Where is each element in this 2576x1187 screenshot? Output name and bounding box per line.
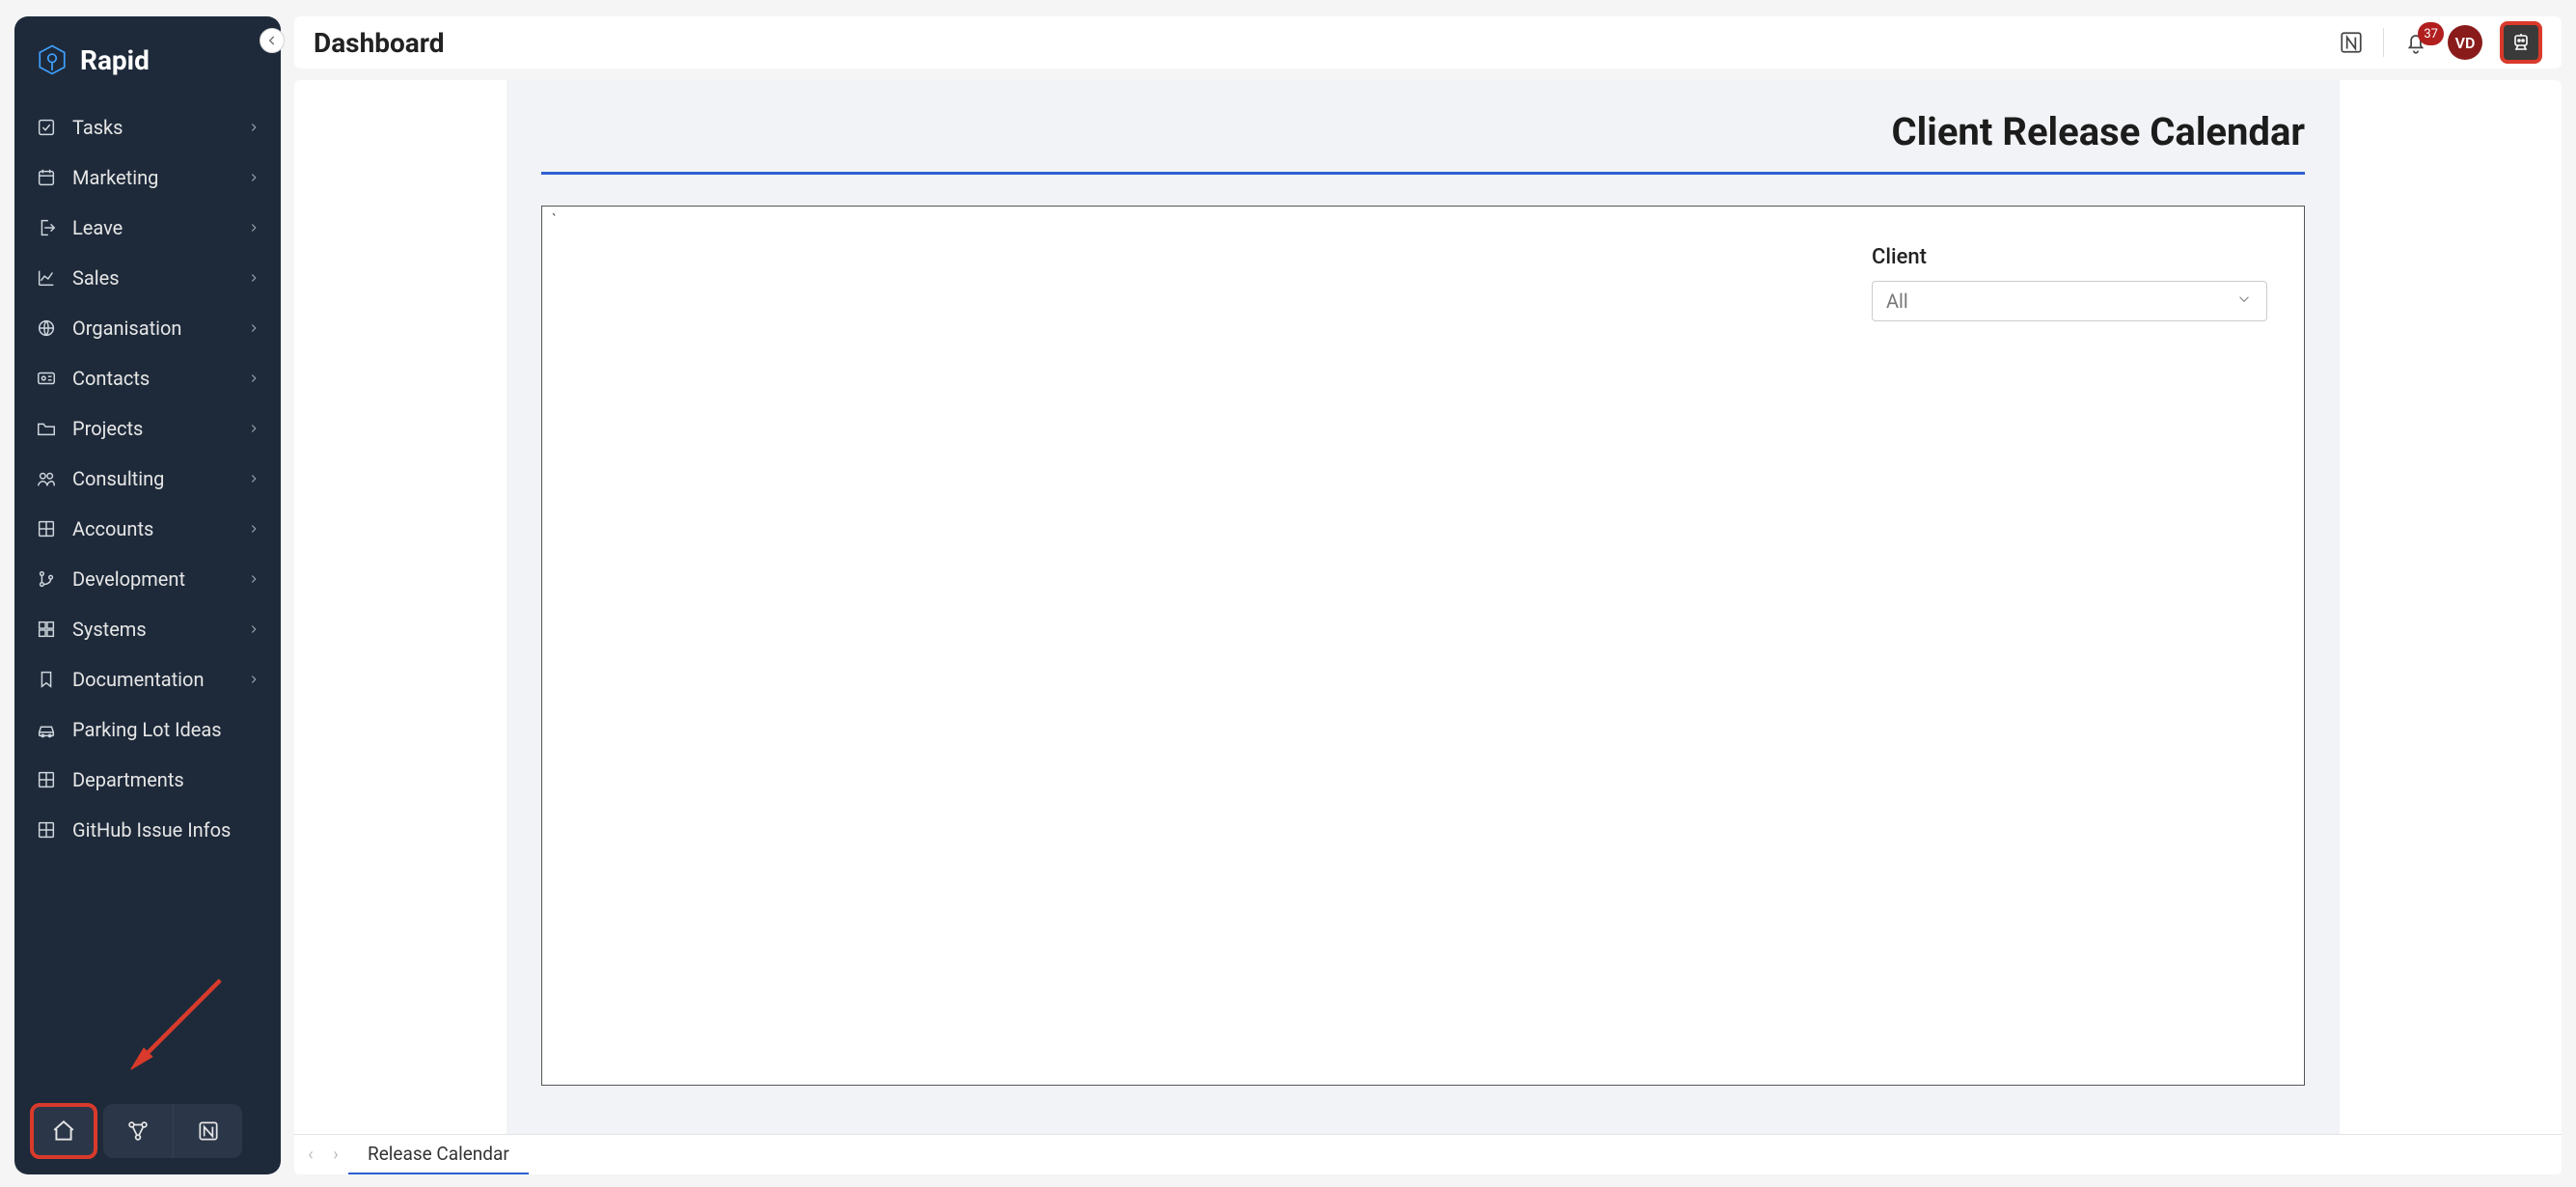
notification-count-badge: 37 [2418, 22, 2444, 45]
connections-button[interactable] [103, 1104, 173, 1158]
calendar-icon [34, 165, 59, 190]
main: Dashboard 37 VD Client Release Calendar … [294, 16, 2562, 1174]
chevron-right-icon [246, 371, 261, 386]
check-square-icon [34, 115, 59, 140]
canvas-mark: ` [552, 210, 557, 229]
grid-icon [34, 516, 59, 541]
sidebar-item-label: Development [72, 567, 246, 591]
top-bar: Dashboard 37 VD [294, 16, 2562, 69]
client-select-value: All [1886, 290, 1908, 313]
assistant-chat-button[interactable] [2500, 21, 2542, 64]
chevron-right-icon [246, 571, 261, 587]
grid-icon [34, 817, 59, 842]
chevron-down-icon [2235, 290, 2253, 313]
content-body: Client Release Calendar ` Client All [507, 80, 2340, 1134]
sidebar-item-tasks[interactable]: Tasks [22, 105, 273, 150]
sidebar-item-label: GitHub Issue Infos [72, 818, 261, 842]
logout-icon [34, 215, 59, 240]
sidebar-item-organisation[interactable]: Organisation [22, 306, 273, 350]
sidebar-item-label: Contacts [72, 367, 246, 390]
sidebar-item-label: Documentation [72, 668, 246, 691]
brand-logo[interactable]: Rapid [14, 16, 281, 96]
sidebar-item-label: Parking Lot Ideas [72, 718, 261, 741]
calendar-canvas[interactable]: ` Client All [541, 206, 2305, 1086]
sidebar-item-accounts[interactable]: Accounts [22, 507, 273, 551]
sidebar-item-projects[interactable]: Projects [22, 406, 273, 451]
chevron-right-icon [246, 320, 261, 336]
bookmark-icon [34, 667, 59, 692]
panel-title: Client Release Calendar [541, 109, 2305, 175]
globe-icon [34, 316, 59, 341]
notion-button[interactable] [173, 1104, 242, 1158]
sidebar-item-departments[interactable]: Departments [22, 758, 273, 802]
sidebar-item-label: Accounts [72, 517, 246, 540]
bottom-tab-row: ‹ › Release Calendar [294, 1134, 2562, 1174]
chart-line-icon [34, 265, 59, 290]
car-icon [34, 717, 59, 742]
sidebar-item-github-issue-infos[interactable]: GitHub Issue Infos [22, 808, 273, 852]
folder-icon [34, 416, 59, 441]
user-avatar[interactable]: VD [2448, 25, 2482, 60]
chevron-right-icon [246, 170, 261, 185]
sidebar-item-label: Organisation [72, 317, 246, 340]
sidebar-collapse-button[interactable] [260, 28, 285, 53]
sidebar-item-label: Departments [72, 768, 261, 791]
sidebar-item-documentation[interactable]: Documentation [22, 657, 273, 702]
sidebar-item-label: Consulting [72, 467, 246, 490]
tab-next-button[interactable]: › [323, 1135, 348, 1175]
brand-name: Rapid [80, 44, 150, 76]
client-filter-label: Client [1872, 245, 2267, 269]
chevron-right-icon [246, 521, 261, 537]
id-card-icon [34, 366, 59, 391]
content-left-gutter [294, 80, 507, 1174]
sidebar-item-systems[interactable]: Systems [22, 607, 273, 651]
client-filter: Client All [1872, 245, 2267, 321]
chevron-right-icon [246, 621, 261, 637]
chevron-right-icon [246, 270, 261, 286]
tab-release-calendar[interactable]: Release Calendar [348, 1135, 529, 1175]
sidebar-bottom-bar [14, 1088, 281, 1174]
notion-icon[interactable] [2337, 28, 2366, 57]
sidebar-nav: Tasks Marketing Leave Sales Organisation Cont… [14, 96, 281, 1088]
sidebar-item-label: Systems [72, 618, 246, 641]
client-select[interactable]: All [1872, 281, 2267, 321]
sidebar-item-development[interactable]: Development [22, 557, 273, 601]
grid-icon [34, 767, 59, 792]
sidebar-item-label: Marketing [72, 166, 246, 189]
chevron-right-icon [246, 421, 261, 436]
sidebar-item-leave[interactable]: Leave [22, 206, 273, 250]
chevron-right-icon [246, 120, 261, 135]
sidebar-item-parking-lot-ideas[interactable]: Parking Lot Ideas [22, 707, 273, 752]
dashboard-icon [34, 617, 59, 642]
tab-prev-button[interactable]: ‹ [298, 1135, 323, 1175]
sidebar-item-label: Sales [72, 266, 246, 290]
page-title: Dashboard [314, 27, 2337, 59]
chevron-right-icon [246, 220, 261, 235]
branch-icon [34, 566, 59, 592]
content-card: Client Release Calendar ` Client All ‹ ›… [294, 80, 2562, 1174]
sidebar-item-contacts[interactable]: Contacts [22, 356, 273, 400]
sidebar-item-label: Projects [72, 417, 246, 440]
people-icon [34, 466, 59, 491]
sidebar-item-marketing[interactable]: Marketing [22, 155, 273, 200]
chevron-right-icon [246, 471, 261, 486]
sidebar-item-consulting[interactable]: Consulting [22, 456, 273, 501]
chevron-right-icon [246, 672, 261, 687]
sidebar-item-sales[interactable]: Sales [22, 256, 273, 300]
notifications-button[interactable]: 37 [2401, 28, 2430, 57]
topbar-divider [2383, 28, 2384, 57]
brand-mark-icon [36, 43, 69, 76]
home-button[interactable] [30, 1103, 97, 1159]
sidebar-item-label: Leave [72, 216, 246, 239]
sidebar-item-label: Tasks [72, 116, 246, 139]
sidebar: Rapid Tasks Marketing Leave Sales Organisati… [14, 16, 281, 1174]
